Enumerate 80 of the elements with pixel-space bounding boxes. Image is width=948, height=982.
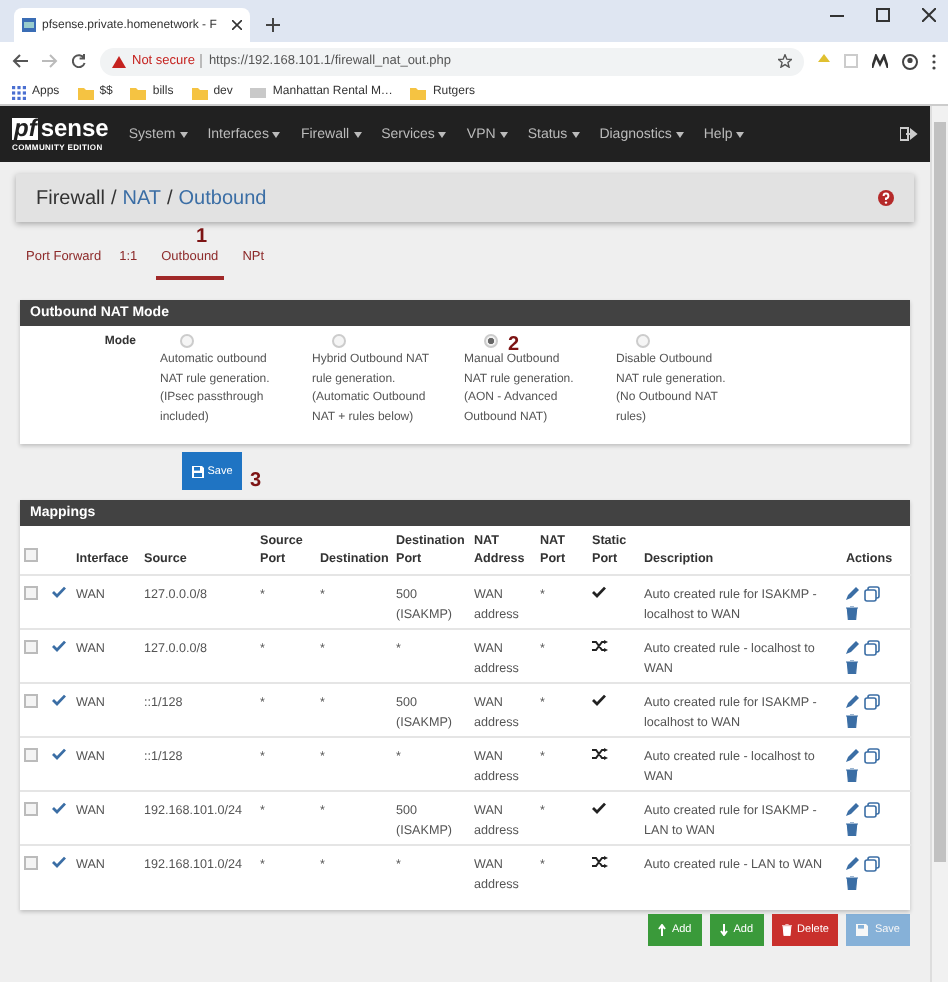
copy-icon[interactable] xyxy=(864,748,880,764)
caret-icon xyxy=(571,131,580,137)
shuffle-icon xyxy=(592,640,608,652)
help-icon[interactable] xyxy=(878,190,894,206)
check-icon xyxy=(52,640,66,652)
shuffle-icon xyxy=(592,856,608,868)
folder-icon xyxy=(130,85,147,99)
apps-grid-icon xyxy=(12,85,26,99)
check-icon xyxy=(52,586,66,598)
check-icon xyxy=(52,802,66,814)
arrow-down-icon xyxy=(719,924,728,936)
edit-icon[interactable] xyxy=(846,802,860,816)
row-checkbox[interactable] xyxy=(24,748,38,762)
caret-icon xyxy=(353,131,362,137)
breadcrumb-text: Firewall xyxy=(36,187,105,209)
breadcrumb-separator: / xyxy=(110,187,117,209)
trash-icon[interactable] xyxy=(846,606,858,620)
select-all-checkbox[interactable] xyxy=(24,548,38,562)
caret-icon xyxy=(438,131,447,137)
edit-icon[interactable] xyxy=(846,586,860,600)
row-checkbox[interactable] xyxy=(24,694,38,708)
trash-icon[interactable] xyxy=(846,660,858,674)
caret-icon xyxy=(736,131,745,137)
edit-icon[interactable] xyxy=(846,694,860,708)
maximize-icon[interactable] xyxy=(876,8,890,22)
caret-icon xyxy=(675,131,684,137)
folder-icon xyxy=(77,85,94,99)
folder-icon xyxy=(191,85,208,99)
copy-icon[interactable] xyxy=(864,694,880,710)
warning-icon xyxy=(112,55,126,67)
edit-icon[interactable] xyxy=(846,856,860,870)
radio-button[interactable] xyxy=(180,334,194,348)
close-icon[interactable] xyxy=(232,20,242,30)
row-checkbox[interactable] xyxy=(24,586,38,600)
breadcrumb-link[interactable]: NAT xyxy=(122,187,161,209)
check-icon xyxy=(52,856,66,868)
arrow-up-icon xyxy=(657,924,666,936)
back-icon[interactable] xyxy=(12,54,28,68)
folder-icon xyxy=(410,85,427,99)
trash-icon[interactable] xyxy=(846,714,858,728)
save-icon xyxy=(856,924,869,936)
profile-icon[interactable] xyxy=(902,53,918,69)
check-icon xyxy=(592,694,606,706)
scrollbar[interactable] xyxy=(934,122,946,862)
check-icon xyxy=(52,748,66,760)
row-checkbox[interactable] xyxy=(24,856,38,870)
check-icon xyxy=(592,802,606,814)
star-icon[interactable] xyxy=(778,54,792,68)
check-icon xyxy=(52,694,66,706)
caret-icon xyxy=(179,131,188,137)
logout-icon[interactable] xyxy=(900,126,918,142)
shuffle-icon xyxy=(592,748,608,760)
radio-button[interactable] xyxy=(636,334,650,348)
caret-icon xyxy=(272,131,281,137)
copy-icon[interactable] xyxy=(864,586,880,602)
new-tab-icon[interactable] xyxy=(266,18,280,32)
caret-icon xyxy=(499,131,508,137)
annotation-number: 3 xyxy=(250,470,262,492)
save-icon xyxy=(191,465,204,477)
row-checkbox[interactable] xyxy=(24,802,38,816)
trash-icon[interactable] xyxy=(846,822,858,836)
edit-icon[interactable] xyxy=(846,748,860,762)
trash-icon[interactable] xyxy=(846,876,858,890)
check-icon xyxy=(592,586,606,598)
copy-icon[interactable] xyxy=(864,640,880,656)
radio-button[interactable] xyxy=(484,334,498,348)
breadcrumb-link[interactable]: Outbound xyxy=(178,187,267,209)
copy-icon[interactable] xyxy=(864,802,880,818)
trash-icon[interactable] xyxy=(846,768,858,782)
copy-icon[interactable] xyxy=(864,856,880,872)
annotation-number: 2 xyxy=(508,334,520,356)
edit-icon[interactable] xyxy=(846,640,860,654)
trash-icon xyxy=(781,924,792,936)
page-icon xyxy=(250,87,267,97)
row-checkbox[interactable] xyxy=(24,640,38,654)
close-icon[interactable] xyxy=(922,8,936,22)
breadcrumb-separator: / xyxy=(167,187,173,209)
reload-icon[interactable] xyxy=(72,54,86,68)
radio-button[interactable] xyxy=(332,334,346,348)
favicon-icon xyxy=(22,18,36,32)
